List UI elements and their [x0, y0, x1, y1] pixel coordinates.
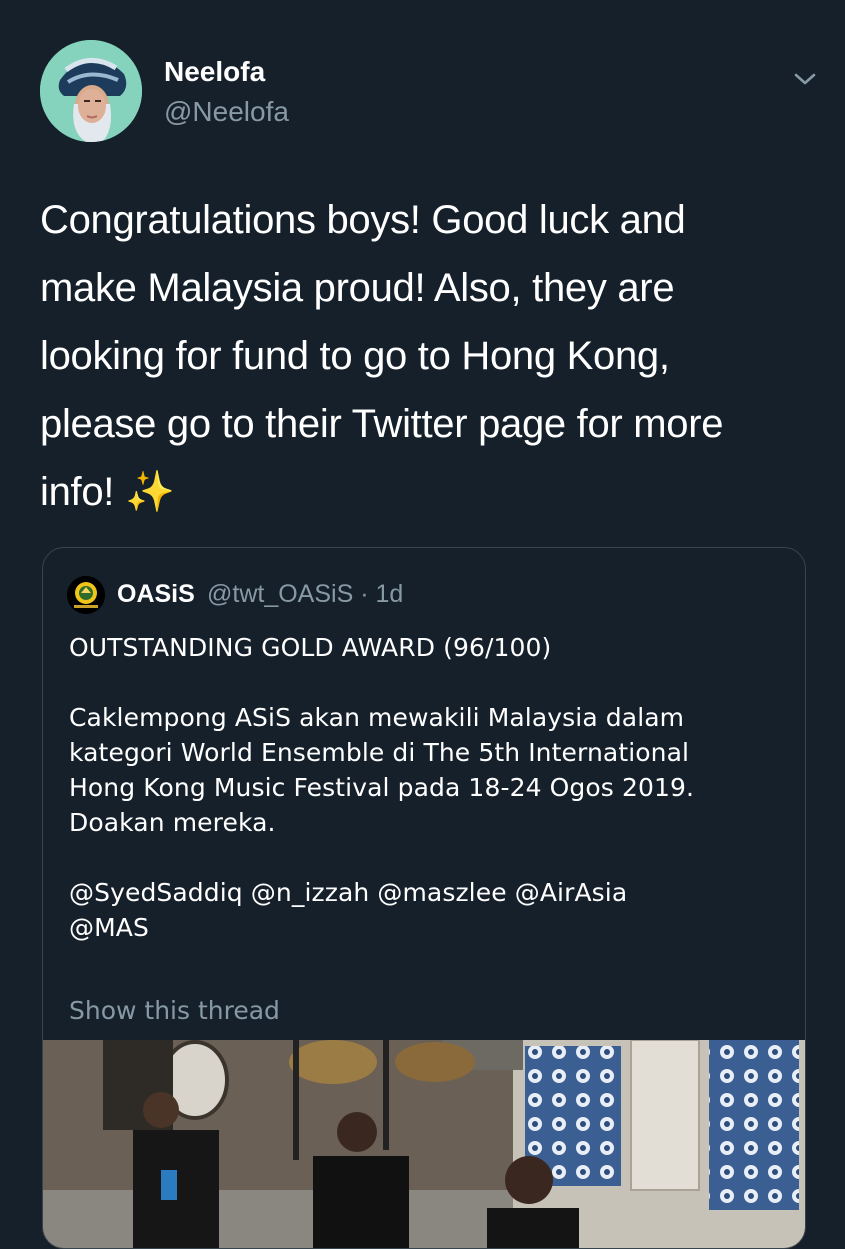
- quoted-text-line: Caklempong ASiS akan mewakili Malaysia d…: [69, 703, 685, 732]
- quoted-author-meta: @twt_OASiS · 1d: [207, 580, 404, 608]
- tweet-text-line: make Malaysia proud! Also, they are: [40, 266, 675, 310]
- chevron-down-icon[interactable]: [790, 64, 820, 94]
- quoted-text-line: kategori World Ensemble di The 5th Inter…: [69, 738, 690, 767]
- quoted-text-line: Hong Kong Music Festival pada 18-24 Ogos…: [69, 773, 695, 802]
- tweet-text-last: info!: [40, 470, 115, 514]
- tweet-text: Congratulations boys! Good luck and make…: [40, 186, 800, 526]
- show-thread-link[interactable]: Show this thread: [69, 996, 280, 1025]
- quoted-mentions-line[interactable]: @SyedSaddiq @n_izzah @maszlee @AirAsia: [69, 875, 789, 910]
- quoted-tweet-text: OUTSTANDING GOLD AWARD (96/100) Caklempo…: [69, 630, 789, 945]
- sparkles-icon: ✨: [124, 470, 175, 514]
- quoted-text-line: Doakan mereka.: [69, 808, 276, 837]
- quoted-mentions-line[interactable]: @MAS: [69, 910, 789, 945]
- tweet-text-line: please go to their Twitter page for more: [40, 402, 724, 446]
- tweet-text-line: looking for fund to go to Hong Kong,: [40, 334, 670, 378]
- quoted-author-name[interactable]: OASiS: [117, 580, 195, 609]
- tweet-header: Neelofa @Neelofa: [40, 40, 820, 150]
- author-avatar[interactable]: [40, 40, 142, 142]
- quoted-author-avatar: [67, 576, 105, 614]
- quoted-text-line: OUTSTANDING GOLD AWARD (96/100): [69, 633, 552, 662]
- tweet-text-line: info! ✨: [40, 458, 800, 526]
- author-handle[interactable]: @Neelofa: [164, 96, 289, 128]
- quoted-tweet-card[interactable]: OASiS @twt_OASiS · 1d OUTSTANDING GOLD A…: [42, 547, 806, 1249]
- media-thumbnail[interactable]: [43, 1040, 805, 1248]
- tweet-text-line: Congratulations boys! Good luck and: [40, 198, 686, 242]
- author-name[interactable]: Neelofa: [164, 56, 265, 88]
